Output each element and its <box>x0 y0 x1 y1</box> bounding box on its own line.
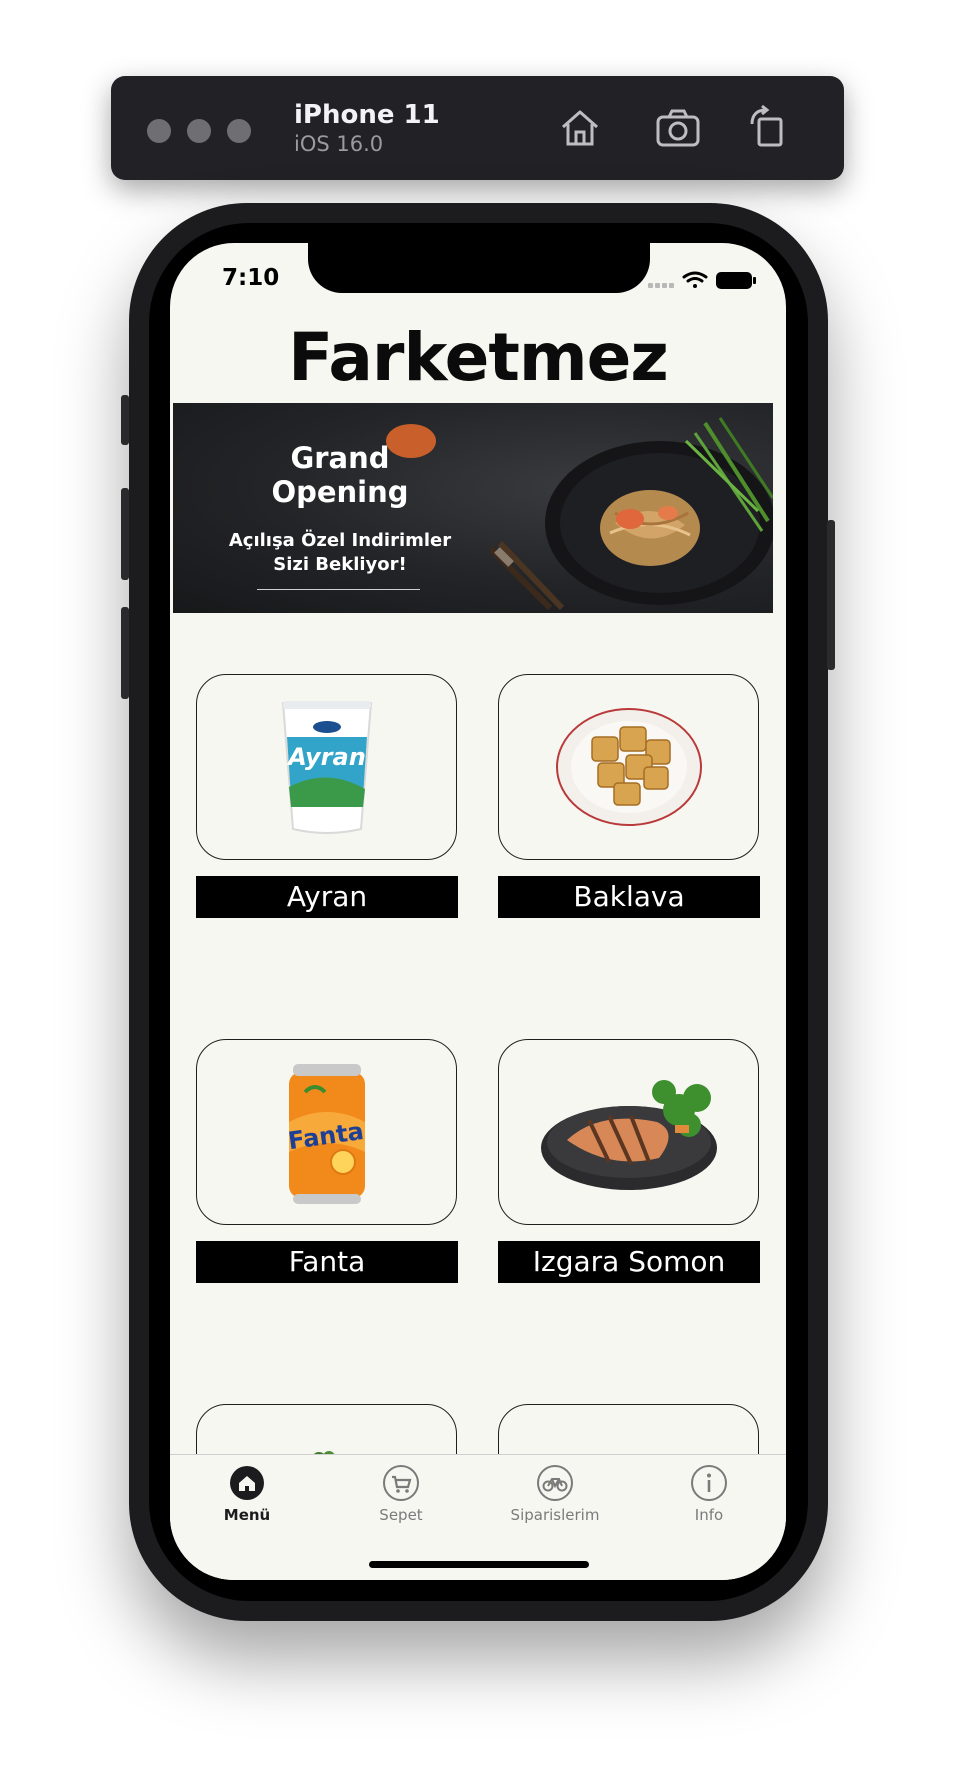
home-icon <box>230 1466 264 1500</box>
banner-divider <box>257 589 420 590</box>
tab-label: Info <box>694 1506 724 1524</box>
tab-menu[interactable]: Menü <box>170 1465 324 1524</box>
notch <box>308 243 650 293</box>
menu-item-label[interactable]: Izgara Somon <box>498 1241 760 1283</box>
menu-item-label[interactable]: Baklava <box>498 876 760 918</box>
menu-item-card-fanta[interactable]: Fanta <box>196 1039 457 1225</box>
menu-item-card-baklava[interactable] <box>498 674 759 860</box>
tab-label: Siparislerim <box>510 1506 600 1524</box>
promo-banner[interactable]: Grand Opening Açılışa Özel Indirimler Si… <box>170 403 786 613</box>
menu-item-card-ayran[interactable]: Ayran <box>196 674 457 860</box>
device-os-version: iOS 16.0 <box>294 132 384 156</box>
simulator-toolbar: iPhone 11 iOS 16.0 <box>111 76 844 180</box>
tab-siparislerim[interactable]: Siparislerim <box>478 1465 632 1524</box>
banner-subtitle-line1: Açılışa Özel Indirimler <box>228 530 452 551</box>
banner-headline: Grand Opening <box>271 441 409 509</box>
power-button <box>827 520 835 670</box>
tab-info[interactable]: Info <box>632 1465 786 1524</box>
volume-up-button <box>121 488 129 580</box>
bicycle-icon <box>537 1465 573 1501</box>
camera-icon[interactable] <box>652 102 704 154</box>
volume-down-button <box>121 607 129 699</box>
status-icons <box>648 269 758 298</box>
baklava-plate-image <box>556 708 702 826</box>
grilled-salmon-image <box>541 1080 717 1190</box>
svg-text:Ayran: Ayran <box>286 743 366 771</box>
fanta-can-image: Fanta <box>286 1064 365 1204</box>
device-name: iPhone 11 <box>294 100 440 130</box>
ayran-cup-image: Ayran <box>281 701 373 834</box>
home-icon[interactable] <box>554 102 606 154</box>
banner-subtitle: Açılışa Özel Indirimler Sizi Bekliyor! <box>200 529 480 577</box>
info-icon <box>691 1465 727 1501</box>
silent-switch <box>121 395 129 445</box>
tab-label: Menü <box>223 1506 271 1524</box>
app-screen: 7:10 Farketmez Grand Opening Açılışa Öze… <box>170 243 786 1580</box>
cellular-icon <box>648 283 674 288</box>
menu-item-label[interactable]: Ayran <box>196 876 458 918</box>
window-zoom-dot[interactable] <box>227 119 251 143</box>
tab-sepet[interactable]: Sepet <box>324 1465 478 1524</box>
banner-subtitle-line2: Sizi Bekliyor! <box>273 554 407 575</box>
rotate-icon[interactable] <box>742 102 794 154</box>
menu-item-label[interactable]: Fanta <box>196 1241 458 1283</box>
app-title: Farketmez <box>288 319 669 396</box>
battery-icon <box>716 272 756 289</box>
window-close-dot[interactable] <box>147 119 171 143</box>
status-time: 7:10 <box>222 265 280 291</box>
noodle-dish-image <box>490 417 773 611</box>
window-minimize-dot[interactable] <box>187 119 211 143</box>
cart-icon <box>383 1465 419 1501</box>
wifi-icon <box>682 271 708 288</box>
menu-item-card-izgara-somon[interactable] <box>498 1039 759 1225</box>
tab-label: Sepet <box>379 1506 423 1524</box>
home-indicator[interactable] <box>369 1561 589 1568</box>
